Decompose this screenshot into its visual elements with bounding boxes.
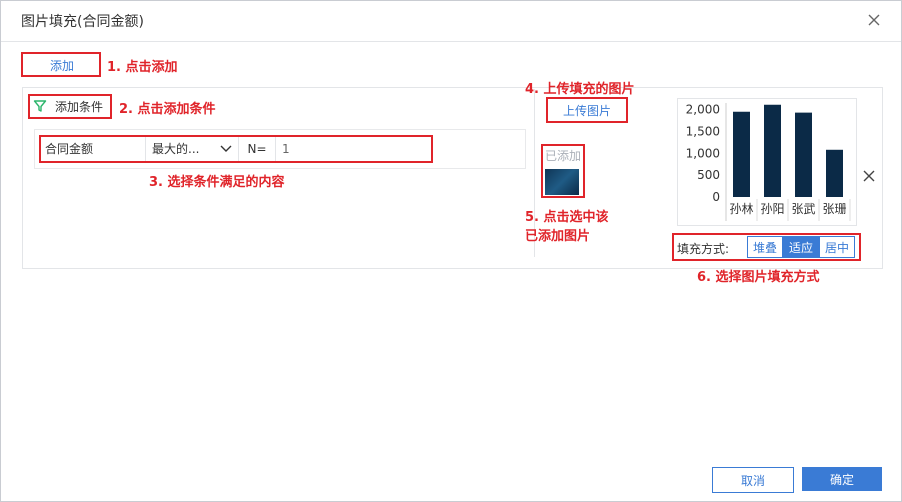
bar-chart: 2,000 1,500 1,000 500 0 孙林 孙阳 张武 张珊 [686,103,851,221]
highlight-add-condition [28,94,112,119]
y-tick-label: 1,500 [686,124,720,138]
ok-button[interactable]: 确定 [802,467,882,491]
remove-image-icon[interactable] [861,168,877,184]
highlight-added-image [541,144,585,198]
bar-张武 [795,112,812,197]
highlight-upload [546,97,628,123]
dialog-title: 图片填充(合同金额) [21,14,144,30]
x-tick-label: 孙阳 [760,202,784,216]
highlight-fill-mode [672,233,861,261]
annotation-2: 2. 点击添加条件 [119,102,216,117]
x-tick-label: 张武 [791,202,815,216]
bar-孙林 [733,111,750,197]
image-fill-dialog: 图片填充(合同金额) 添加 1. 点击添加 添加条件 2. 点击添加条件 合同金… [0,0,902,502]
y-tick-label: 500 [697,168,720,182]
bar-孙阳 [764,104,781,197]
annotation-4: 4. 上传填充的图片 [525,82,635,97]
cancel-button[interactable]: 取消 [712,467,794,493]
annotation-3: 3. 选择条件满足的内容 [149,175,285,190]
x-tick-label: 张珊 [822,202,846,216]
highlight-add [21,52,101,77]
y-tick-label: 2,000 [686,103,720,117]
annotation-5-line2: 已添加图片 [525,229,591,244]
y-tick-label: 1,000 [686,146,720,160]
x-tick-label: 孙林 [729,202,753,216]
y-tick-label: 0 [712,190,720,204]
chart-preview: 2,000 1,500 1,000 500 0 孙林 孙阳 张武 张珊 [677,98,857,226]
bar-张珊 [826,149,843,197]
annotation-1: 1. 点击添加 [107,60,178,75]
close-icon[interactable] [865,11,883,29]
annotation-6: 6. 选择图片填充方式 [697,270,820,285]
annotation-5-line1: 5. 点击选中该 [525,210,609,225]
highlight-condition [39,135,433,163]
dialog-header: 图片填充(合同金额) [1,1,901,42]
